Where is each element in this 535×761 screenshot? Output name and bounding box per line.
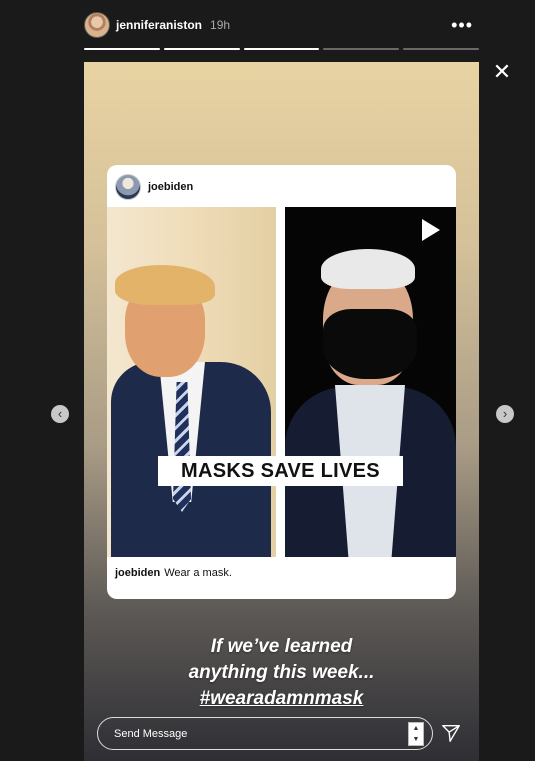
previous-story-button[interactable]: ‹: [51, 405, 69, 423]
profile-avatar[interactable]: [84, 12, 110, 38]
caption-username: joebiden: [115, 567, 161, 579]
person-right-mask: [323, 309, 417, 379]
post-header: joebiden: [107, 165, 456, 209]
scroll-stepper[interactable]: ▲ ▼: [408, 722, 424, 746]
stepper-up-icon[interactable]: ▲: [409, 723, 423, 734]
header-username[interactable]: jenniferaniston: [116, 18, 202, 32]
post-caption: joebiden Wear a mask.: [115, 567, 232, 579]
progress-segment: [163, 48, 240, 50]
story-overlay-text: If we’ve learned anything this week... #…: [84, 634, 479, 712]
send-icon[interactable]: [440, 722, 462, 744]
progress-segment: [403, 48, 479, 50]
post-time: 19h: [210, 18, 231, 32]
photo-left: [107, 207, 276, 557]
story-header: jenniferaniston 19h •••: [84, 10, 479, 40]
person-right-hair: [321, 249, 415, 289]
overlay-hashtag[interactable]: #wearadamnmask: [84, 686, 479, 712]
send-message-field[interactable]: Send Message ▲ ▼: [97, 717, 433, 750]
overlay-line-1: If we’ve learned: [210, 636, 353, 657]
close-icon[interactable]: ✕: [492, 61, 512, 83]
progress-segment: [323, 48, 400, 50]
shared-post-card[interactable]: joebiden MASKS SAVE LIVES joebiden Wear …: [107, 165, 456, 599]
post-media[interactable]: MASKS SAVE LIVES: [107, 207, 456, 557]
stepper-down-icon[interactable]: ▼: [409, 734, 423, 745]
caption-text: Wear a mask.: [164, 567, 232, 579]
progress-segment: [84, 48, 160, 50]
message-placeholder: Send Message: [114, 727, 188, 740]
person-left-hair: [115, 265, 215, 305]
story-progress: [84, 48, 479, 51]
media-divider: [276, 207, 285, 557]
story-viewer: jenniferaniston 19h ••• ✕ ‹ › joebiden M…: [0, 0, 535, 761]
post-username: joebiden: [148, 181, 194, 193]
play-icon[interactable]: [422, 219, 440, 241]
photo-right: [285, 207, 456, 557]
banner-text: MASKS SAVE LIVES: [158, 456, 403, 486]
progress-segment: [243, 48, 320, 50]
overlay-line-2: anything this week...: [188, 662, 375, 683]
story-content[interactable]: joebiden MASKS SAVE LIVES joebiden Wear …: [84, 62, 479, 761]
next-story-button[interactable]: ›: [496, 405, 514, 423]
post-avatar: [115, 174, 141, 200]
more-options-icon[interactable]: •••: [451, 16, 479, 34]
